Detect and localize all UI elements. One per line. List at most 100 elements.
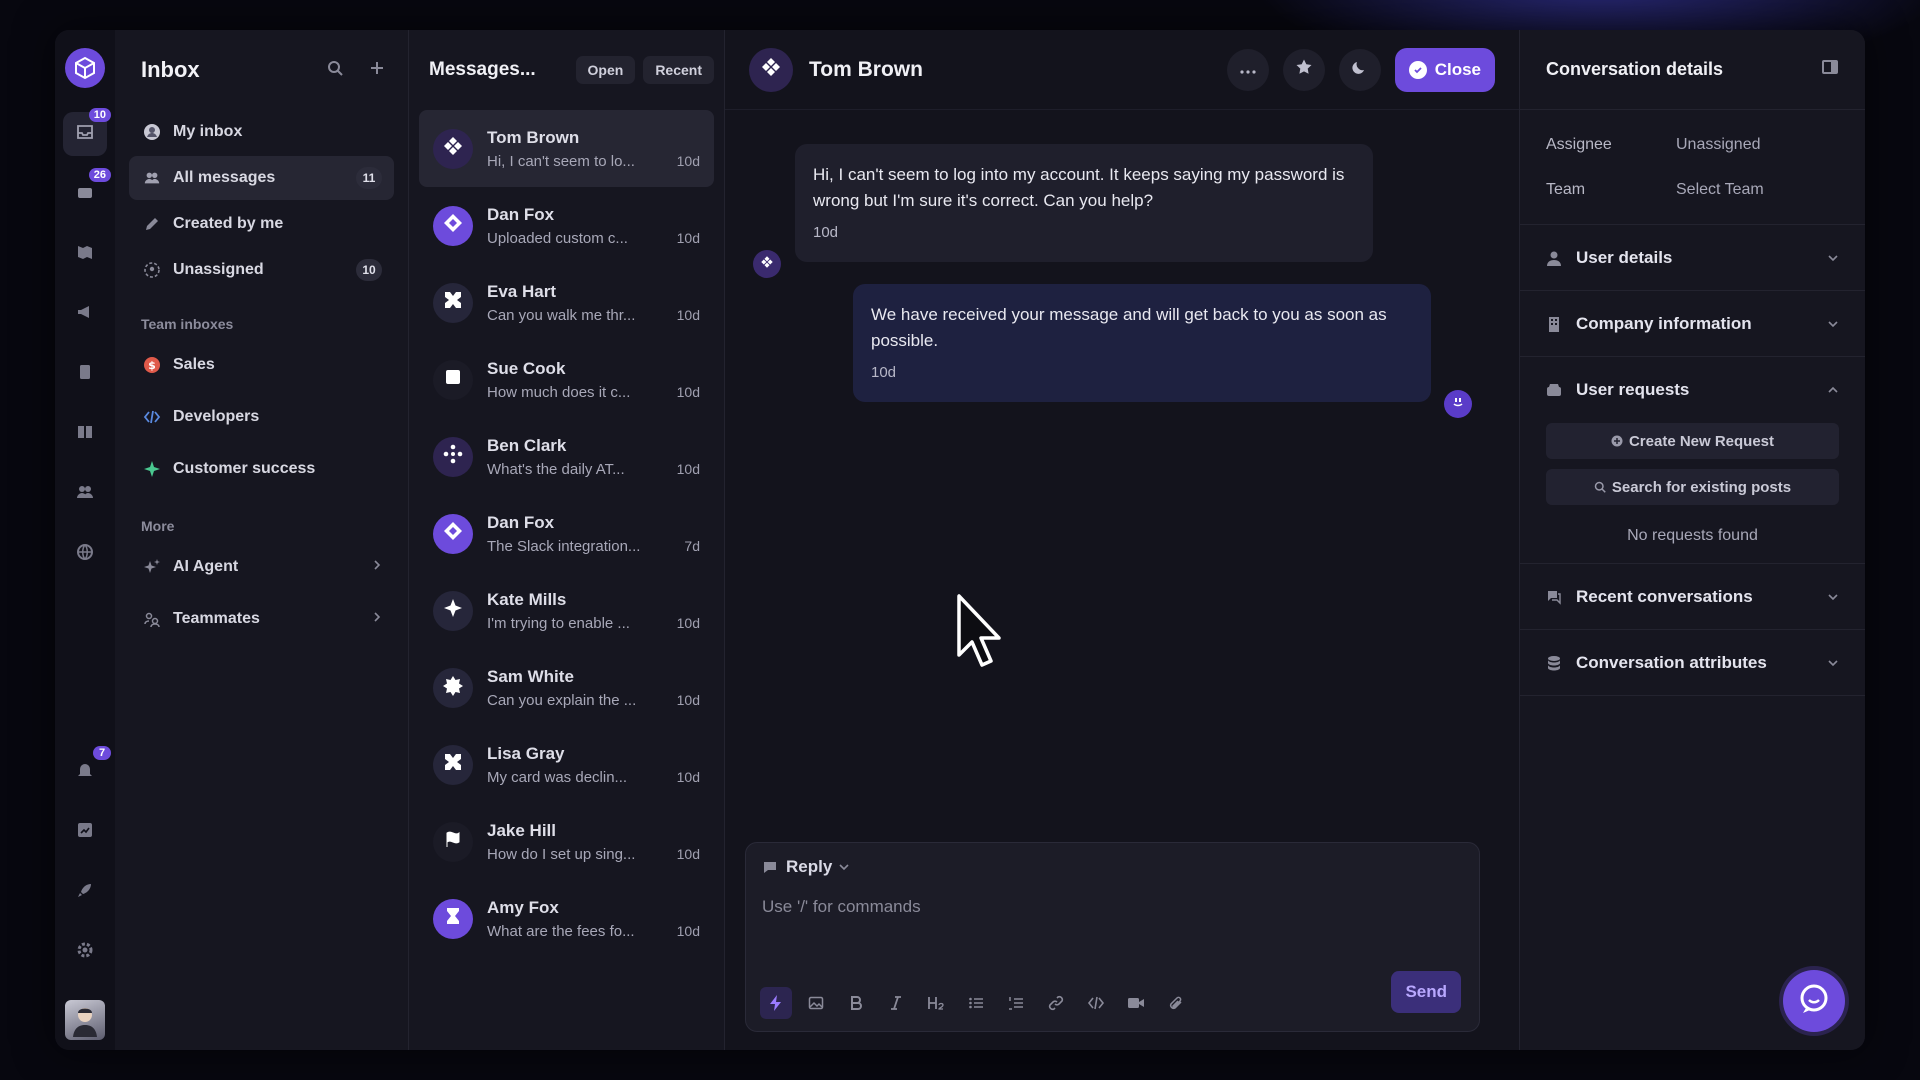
bold-icon[interactable] bbox=[840, 987, 872, 1019]
bullet-list-icon[interactable] bbox=[960, 987, 992, 1019]
nav-item-ai-agent[interactable]: AI Agent bbox=[129, 542, 394, 592]
send-button[interactable]: Send bbox=[1391, 971, 1461, 1013]
conversation-preview: How much does it c... bbox=[487, 383, 631, 401]
code-icon[interactable] bbox=[1080, 987, 1112, 1019]
people-icon bbox=[141, 169, 163, 187]
nav-item-teammates[interactable]: Teammates bbox=[129, 594, 394, 644]
rail-launch[interactable] bbox=[63, 870, 107, 914]
conversation-item[interactable]: Lisa Gray My card was declin... 10d bbox=[419, 726, 714, 803]
nav-item-my-inbox[interactable]: My inbox bbox=[129, 110, 394, 154]
numbered-list-icon[interactable] bbox=[1000, 987, 1032, 1019]
chevron-down-icon bbox=[1827, 254, 1839, 262]
rail-articles[interactable] bbox=[63, 412, 107, 456]
plus-icon bbox=[369, 60, 385, 81]
conversation-time: 10d bbox=[676, 307, 700, 323]
reply-mode-dropdown[interactable]: Reply bbox=[762, 857, 850, 877]
section-label: Company information bbox=[1576, 313, 1752, 333]
company-information-section[interactable]: Company information bbox=[1520, 291, 1865, 357]
composer-toolbar bbox=[760, 987, 1200, 1019]
conversation-list: Messages... Open Recent Tom Brown Hi, I c… bbox=[409, 30, 725, 1050]
rail-analytics[interactable] bbox=[63, 810, 107, 854]
rail-reports[interactable] bbox=[63, 352, 107, 396]
conversation-time: 10d bbox=[676, 769, 700, 785]
all-messages-count: 11 bbox=[356, 167, 382, 189]
user-avatar[interactable] bbox=[65, 1000, 105, 1040]
nav-item-all-messages[interactable]: All messages 11 bbox=[129, 156, 394, 200]
snooze-button[interactable] bbox=[1338, 48, 1381, 91]
chevron-down-icon bbox=[1827, 593, 1839, 601]
conversation-time: 10d bbox=[676, 846, 700, 862]
conversation-time: 10d bbox=[676, 384, 700, 400]
star-button[interactable] bbox=[1282, 48, 1325, 91]
conversation-body: Ben Clark What's the daily AT... 10d bbox=[487, 436, 700, 478]
chevron-down-icon bbox=[1827, 320, 1839, 328]
list-title: Messages... bbox=[429, 59, 536, 80]
cube-logo-icon[interactable] bbox=[65, 48, 105, 88]
more-options-button[interactable] bbox=[1226, 48, 1269, 91]
lightning-icon[interactable] bbox=[760, 987, 792, 1019]
recent-conversations-section[interactable]: Recent conversations bbox=[1520, 564, 1865, 630]
rail-knowledge[interactable] bbox=[63, 232, 107, 276]
rail-settings[interactable] bbox=[63, 930, 107, 974]
chevron-right-icon bbox=[372, 558, 382, 576]
conversation-time: 10d bbox=[676, 230, 700, 246]
rail-notifications[interactable]: 7 bbox=[63, 746, 111, 794]
user-requests-section[interactable]: User requests bbox=[1520, 357, 1865, 423]
rail-outbound[interactable] bbox=[63, 292, 107, 336]
heading2-icon[interactable] bbox=[920, 987, 952, 1019]
conversation-item[interactable]: Dan Fox The Slack integration... 7d bbox=[419, 495, 714, 572]
nav-item-label: My inbox bbox=[173, 123, 243, 140]
video-icon[interactable] bbox=[1120, 987, 1152, 1019]
conversation-item[interactable]: Ben Clark What's the daily AT... 10d bbox=[419, 418, 714, 495]
nav-item-customer-success[interactable]: Customer success bbox=[129, 444, 394, 494]
sidebar-toggle-icon[interactable] bbox=[1821, 58, 1839, 81]
nav-item-unassigned[interactable]: Unassigned 10 bbox=[129, 248, 394, 292]
status-filter-button[interactable]: Open bbox=[575, 56, 636, 84]
conversation-item[interactable]: Amy Fox What are the fees fo... 10d bbox=[419, 880, 714, 957]
conversation-body: Eva Hart Can you walk me thr... 10d bbox=[487, 282, 700, 324]
conversation-meta: Can you explain the ... 10d bbox=[487, 692, 700, 709]
conversation-item[interactable]: Eva Hart Can you walk me thr... 10d bbox=[419, 264, 714, 341]
section-label: User requests bbox=[1576, 380, 1690, 399]
create-request-button[interactable]: Create New Request bbox=[1546, 423, 1839, 459]
nav-item-created-by-me[interactable]: Created by me bbox=[129, 202, 394, 246]
user-details-section[interactable]: User details bbox=[1520, 225, 1865, 291]
sort-button[interactable]: Recent bbox=[643, 56, 714, 84]
image-icon[interactable] bbox=[800, 987, 832, 1019]
rail-contacts[interactable] bbox=[63, 472, 107, 516]
conversation-item[interactable]: Sam White Can you explain the ... 10d bbox=[419, 649, 714, 726]
rail-inbox[interactable]: 10 bbox=[63, 108, 111, 156]
nav-item-label: Sales bbox=[173, 356, 215, 373]
details-header: Conversation details bbox=[1520, 30, 1865, 110]
new-conversation-button[interactable] bbox=[360, 53, 394, 87]
conversation-item[interactable]: Dan Fox Uploaded custom c... 10d bbox=[419, 187, 714, 264]
message-input[interactable] bbox=[762, 897, 1462, 917]
search-posts-button[interactable]: Search for existing posts bbox=[1546, 469, 1839, 505]
paperclip-icon[interactable] bbox=[1160, 987, 1192, 1019]
italic-icon[interactable] bbox=[880, 987, 912, 1019]
conversation-item[interactable]: Tom Brown Hi, I can't seem to lo... 10d bbox=[419, 110, 714, 187]
nav-item-sales[interactable]: $ Sales bbox=[129, 340, 394, 390]
conversation-name: Lisa Gray bbox=[487, 743, 565, 763]
assignment-block: Assignee Unassigned Team Select Team bbox=[1520, 110, 1865, 225]
chevron-down-icon bbox=[838, 863, 850, 871]
rail-global[interactable] bbox=[63, 532, 107, 576]
team-select[interactable]: Select Team bbox=[1676, 181, 1764, 199]
link-icon[interactable] bbox=[1040, 987, 1072, 1019]
assignee-value[interactable]: Unassigned bbox=[1676, 136, 1761, 154]
conversation-item[interactable]: Kate Mills I'm trying to enable ... 10d bbox=[419, 572, 714, 649]
search-button[interactable] bbox=[318, 53, 352, 87]
unassigned-count: 10 bbox=[356, 259, 382, 281]
nav-item-label: All messages bbox=[173, 169, 276, 186]
chevron-down-icon bbox=[1827, 659, 1839, 667]
rail-tickets[interactable]: 26 bbox=[63, 168, 111, 216]
nav-item-developers[interactable]: Developers bbox=[129, 392, 394, 442]
conversation-item[interactable]: Jake Hill How do I set up sing... 10d bbox=[419, 803, 714, 880]
person-icon bbox=[1546, 250, 1566, 266]
messenger-launcher-button[interactable] bbox=[1783, 970, 1845, 1032]
conversation-item[interactable]: Sue Cook How much does it c... 10d bbox=[419, 341, 714, 418]
conversation-attributes-section[interactable]: Conversation attributes bbox=[1520, 630, 1865, 696]
book-icon bbox=[75, 422, 95, 447]
chevron-up-icon bbox=[1827, 386, 1839, 394]
close-conversation-button[interactable]: Close bbox=[1394, 47, 1495, 92]
